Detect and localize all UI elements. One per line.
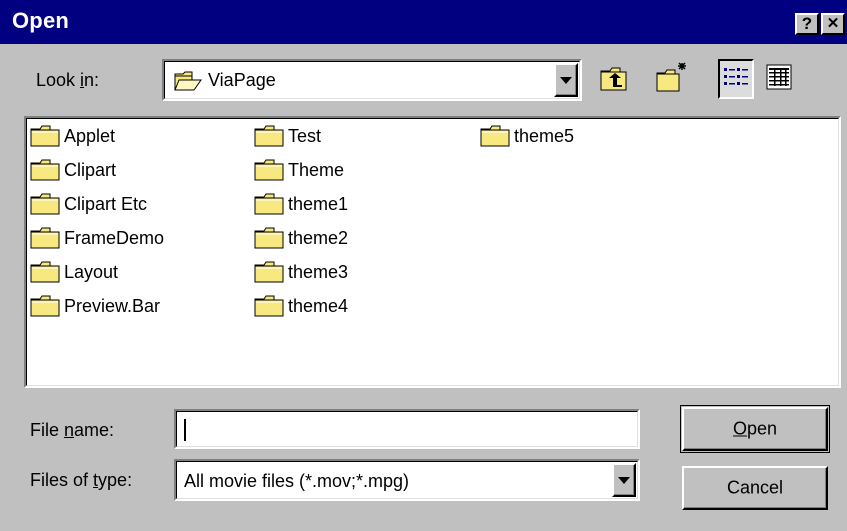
- folder-icon: [254, 159, 288, 181]
- window-title: Open: [12, 8, 70, 33]
- text-cursor: [184, 419, 186, 441]
- open-dialog: Open ? ✕ Look in: ViaPage Applet Clipart…: [0, 0, 847, 531]
- folder-icon: [30, 261, 64, 283]
- folder-icon: [30, 193, 64, 215]
- file-list-item-label: Preview.Bar: [64, 295, 161, 316]
- file-name-field[interactable]: [174, 409, 640, 449]
- file-list-item[interactable]: FrameDemo: [30, 225, 164, 251]
- file-list-item-label: Applet: [64, 125, 116, 146]
- file-list-item-label: theme2: [288, 227, 349, 248]
- file-list-item[interactable]: Theme: [254, 157, 344, 183]
- file-list-item[interactable]: theme4: [254, 293, 348, 319]
- folder-icon: [254, 193, 288, 215]
- chevron-down-icon: [560, 77, 572, 84]
- file-type-value: All movie files (*.mov;*.mpg): [184, 471, 410, 491]
- file-list-item[interactable]: theme1: [254, 191, 348, 217]
- file-list-item-label: Clipart: [64, 159, 117, 180]
- title-bar[interactable]: Open ? ✕: [0, 0, 847, 44]
- file-type-label: Files of type:: [30, 470, 133, 490]
- file-type-dropdown[interactable]: All movie files (*.mov;*.mpg): [174, 459, 640, 501]
- open-button[interactable]: Open: [680, 405, 830, 453]
- file-list-item[interactable]: Preview.Bar: [30, 293, 160, 319]
- file-list-item-label: theme4: [288, 295, 349, 316]
- close-button[interactable]: ✕: [821, 13, 845, 35]
- file-list-item[interactable]: Clipart Etc: [30, 191, 147, 217]
- open-folder-icon: [174, 71, 202, 91]
- folder-icon: [30, 159, 64, 181]
- details-view-icon: [766, 64, 792, 90]
- up-one-level-icon: [600, 67, 627, 91]
- look-in-dropdown[interactable]: ViaPage: [162, 59, 582, 101]
- folder-icon: [30, 295, 64, 317]
- file-list-item[interactable]: theme5: [480, 123, 574, 149]
- list-view-button[interactable]: [718, 59, 754, 99]
- file-list-item[interactable]: Applet: [30, 123, 115, 149]
- file-list-item-label: Layout: [64, 261, 119, 282]
- look-in-label: Look in:: [36, 70, 100, 90]
- look-in-value: ViaPage: [208, 70, 276, 90]
- create-new-folder-button[interactable]: [654, 59, 690, 99]
- file-list-item[interactable]: theme2: [254, 225, 348, 251]
- file-name-input[interactable]: [176, 411, 638, 447]
- folder-icon: [30, 227, 64, 249]
- cancel-button[interactable]: Cancel: [682, 466, 828, 510]
- folder-icon: [30, 125, 64, 147]
- file-list-item[interactable]: Clipart: [30, 157, 116, 183]
- file-list-item-label: FrameDemo: [64, 227, 165, 248]
- file-name-label: File name:: [30, 420, 115, 440]
- folder-icon: [254, 125, 288, 147]
- help-button[interactable]: ?: [795, 13, 819, 35]
- list-view-icon: [724, 68, 748, 85]
- file-list-item-label: Test: [288, 125, 322, 146]
- create-new-folder-icon: [656, 62, 686, 92]
- file-list-item-label: theme5: [514, 125, 575, 146]
- look-in-dropdown-button[interactable]: [554, 63, 578, 97]
- chevron-down-icon: [618, 477, 630, 484]
- file-list-item[interactable]: Test: [254, 123, 321, 149]
- file-list[interactable]: Applet Clipart Clipart Etc FrameDemo Layout P…: [24, 116, 841, 388]
- file-list-item-label: theme1: [288, 193, 349, 214]
- details-view-button[interactable]: [762, 59, 798, 99]
- folder-icon: [254, 227, 288, 249]
- file-list-item-label: Clipart Etc: [64, 193, 148, 214]
- file-list-item-label: theme3: [288, 261, 349, 282]
- file-list-item[interactable]: theme3: [254, 259, 348, 285]
- file-type-dropdown-button[interactable]: [612, 463, 636, 497]
- file-list-item-label: Theme: [288, 159, 345, 180]
- folder-icon: [254, 261, 288, 283]
- folder-icon: [254, 295, 288, 317]
- file-list-item[interactable]: Layout: [30, 259, 118, 285]
- folder-icon: [480, 125, 514, 147]
- up-one-level-button[interactable]: [596, 59, 632, 99]
